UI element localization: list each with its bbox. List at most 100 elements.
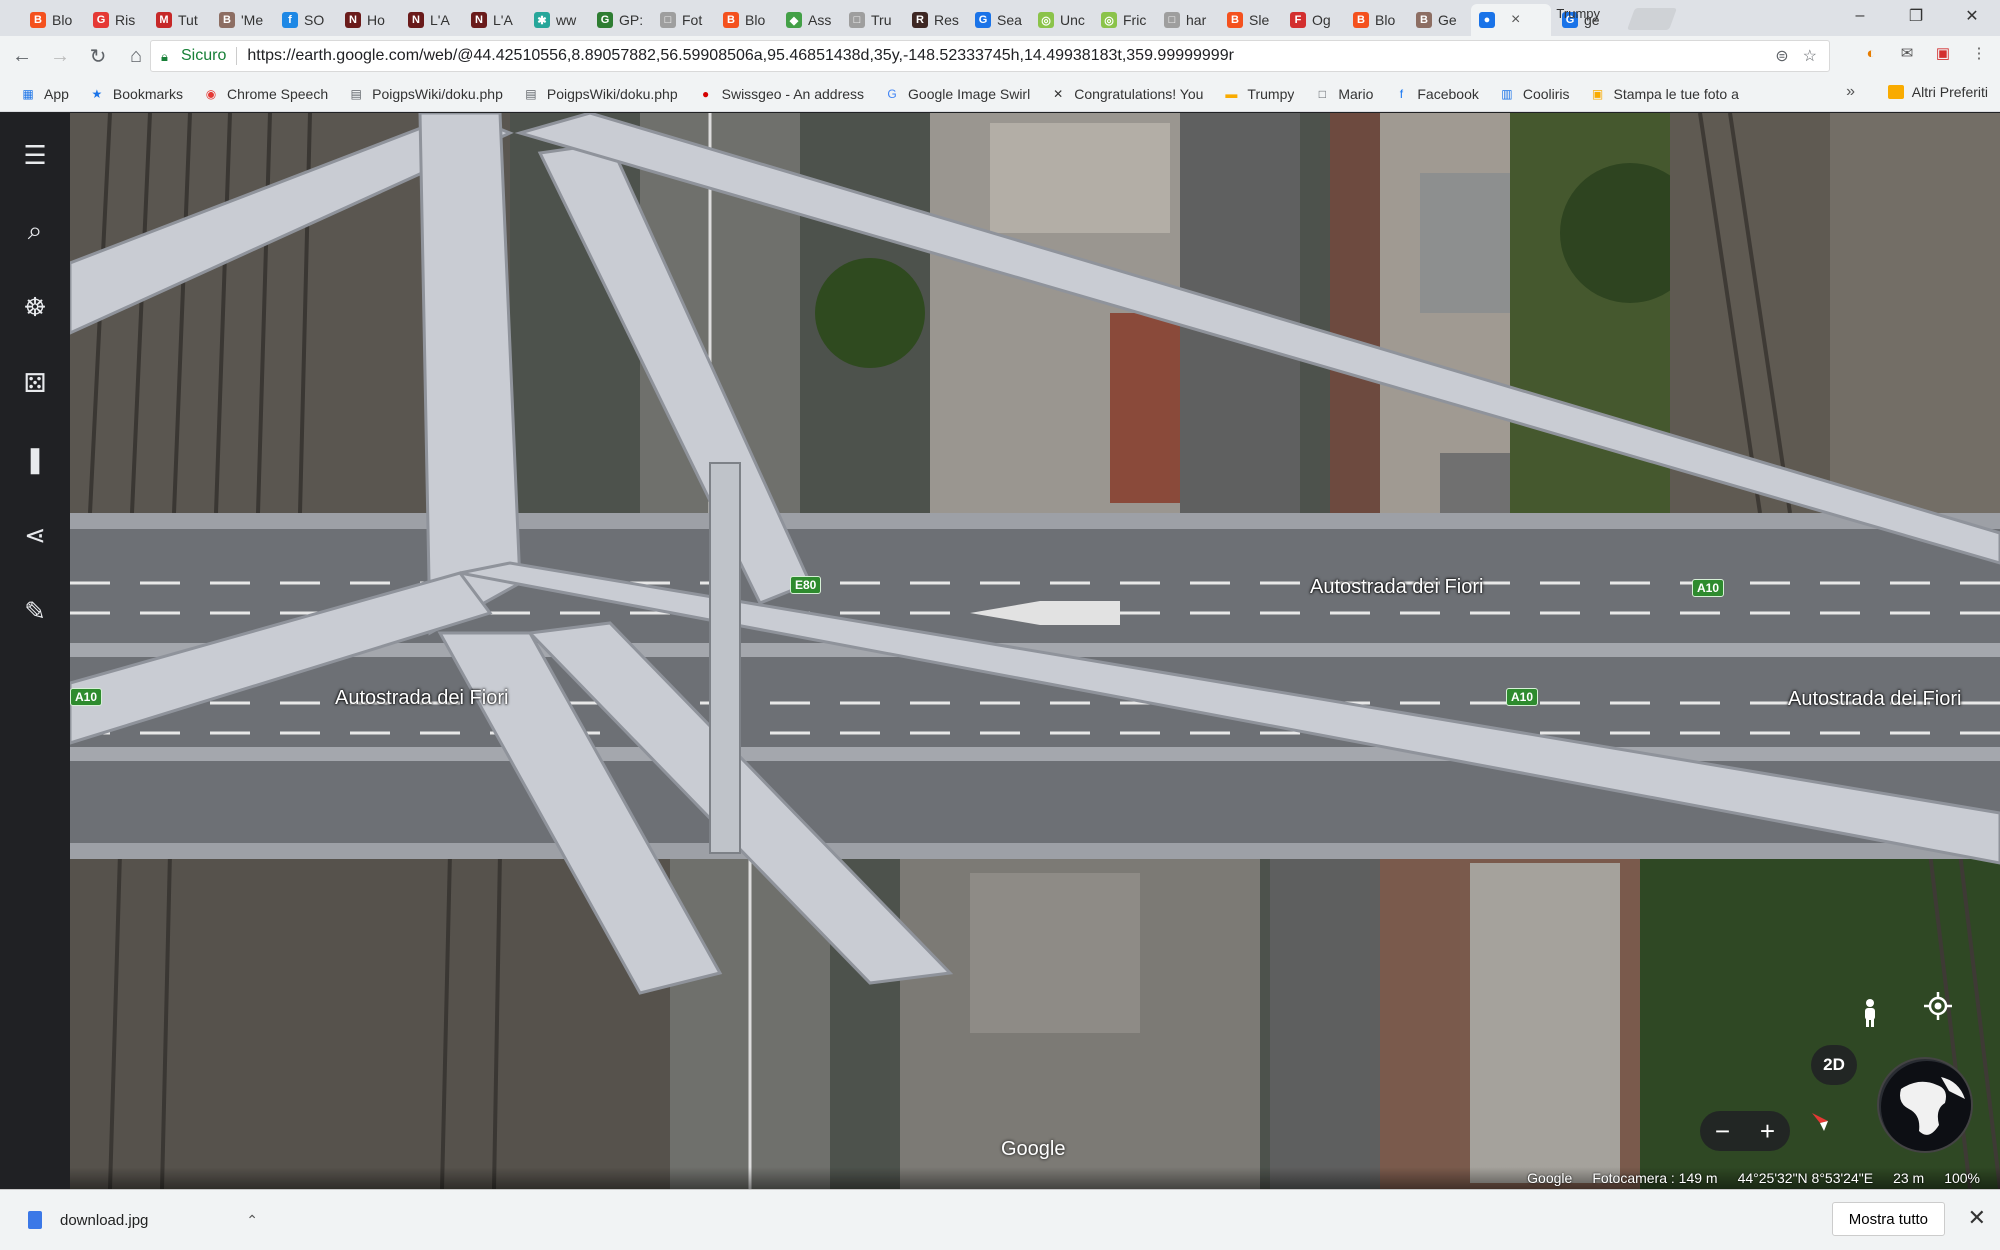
feeling-lucky-icon[interactable]: ⚄: [11, 359, 59, 407]
tab[interactable]: □ Fot: [652, 4, 712, 36]
bookmark-item[interactable]: f Facebook: [1393, 86, 1479, 102]
tab[interactable]: □ har: [1156, 4, 1216, 36]
tab-title: Og: [1312, 12, 1331, 28]
show-all-downloads-button[interactable]: Mostra tutto: [1831, 1202, 1945, 1236]
bookmark-item[interactable]: ▦ App: [20, 86, 69, 102]
url-text[interactable]: https://earth.google.com/web/@44.4251055…: [247, 47, 1775, 65]
aerial-imagery: [70, 113, 2000, 1189]
tab-favicon-icon: N: [471, 12, 487, 28]
reload-button[interactable]: ↻: [82, 40, 114, 72]
tab[interactable]: B Blo: [22, 4, 82, 36]
mail-extension-icon[interactable]: ✉: [1894, 40, 1920, 66]
minimize-button[interactable]: –: [1832, 0, 1888, 32]
compass-icon[interactable]: [1808, 1109, 1854, 1155]
download-filename: download.jpg: [60, 1211, 149, 1229]
bookmark-item[interactable]: ▣ Stampa le tue foto a: [1590, 86, 1739, 102]
tab[interactable]: B Blo: [715, 4, 775, 36]
bookmark-favicon-icon: ●: [702, 86, 710, 101]
zoom-out-button[interactable]: −: [1715, 1116, 1730, 1147]
lock-icon: 🔒︎: [161, 49, 168, 64]
profile-name[interactable]: Trumpy: [1556, 6, 1600, 21]
bookmark-item[interactable]: ✕ Congratulations! You: [1050, 86, 1203, 102]
bookmark-favicon-icon: ▤: [350, 86, 362, 101]
bookmark-item[interactable]: ★ Bookmarks: [89, 86, 183, 102]
measure-icon[interactable]: ✎: [11, 587, 59, 635]
tab-favicon-icon: B: [1353, 12, 1369, 28]
close-shelf-button[interactable]: ✕: [1968, 1205, 1986, 1231]
home-button[interactable]: ⌂: [120, 40, 152, 72]
tab[interactable]: G Ris: [85, 4, 145, 36]
forward-button[interactable]: →: [44, 40, 76, 72]
address-bar[interactable]: 🔒︎ Sicuro https://earth.google.com/web/@…: [150, 40, 1830, 72]
tab-favicon-icon: G: [93, 12, 109, 28]
tab[interactable]: G Sea: [967, 4, 1027, 36]
pocket-extension-icon[interactable]: ▣: [1930, 40, 1956, 66]
bookmark-item[interactable]: ▥ Cooliris: [1499, 85, 1570, 102]
my-location-icon[interactable]: [1924, 992, 1970, 1038]
tab-active[interactable]: ● ×: [1471, 4, 1551, 36]
bookmark-favicon-icon: ▣: [1591, 86, 1604, 101]
tab[interactable]: M Tut: [148, 4, 208, 36]
chevron-up-icon[interactable]: ⌃: [246, 1212, 258, 1229]
toggle-2d-button[interactable]: 2D: [1811, 1045, 1857, 1085]
bookmark-favicon-icon: ▦: [22, 86, 34, 101]
download-item[interactable]: download.jpg ⌃: [28, 1211, 258, 1229]
bookmark-item[interactable]: ◉ Chrome Speech: [203, 86, 328, 102]
bookmark-label: PoigpsWiki/doku.php: [546, 85, 678, 102]
road-label: Autostrada dei Fiori: [1310, 576, 1484, 598]
tab[interactable]: B Ge: [1408, 4, 1468, 36]
back-button[interactable]: ←: [6, 40, 38, 72]
close-tab-icon[interactable]: ×: [1511, 11, 1520, 29]
bookmarks-overflow-button[interactable]: »: [1846, 83, 1855, 101]
new-tab-button[interactable]: [1626, 8, 1678, 30]
bookmark-label: Cooliris: [1522, 85, 1570, 102]
globe-navigator-icon[interactable]: [1877, 1057, 1973, 1153]
tab[interactable]: N Ho: [337, 4, 397, 36]
tab[interactable]: □ Tru: [841, 4, 901, 36]
bookmark-label: Mario: [1338, 85, 1374, 102]
bookmark-item[interactable]: □ Mario: [1314, 85, 1374, 102]
tab[interactable]: B Blo: [1345, 4, 1405, 36]
camera-altitude: Fotocamera : 149 m: [1592, 1170, 1718, 1186]
bookmark-label: Stampa le tue foto a: [1613, 85, 1739, 102]
tab-title: SO: [304, 12, 325, 28]
tab-title: Fric: [1123, 12, 1147, 28]
share-icon[interactable]: ⋖: [11, 511, 59, 559]
pegman-icon[interactable]: [1860, 998, 1906, 1044]
voyager-icon[interactable]: ☸: [11, 283, 59, 331]
tab[interactable]: ◎ Unc: [1030, 4, 1090, 36]
earth-3d-view[interactable]: Autostrada dei Fiori Autostrada dei Fior…: [70, 113, 2000, 1189]
tab-strip: B Blo G Ris M Tut B 'Me f SO N Ho N L'A N L'A ✱ ww G GP: □ Fo…: [0, 0, 2000, 36]
tab[interactable]: B Sle: [1219, 4, 1279, 36]
bookmark-item[interactable]: ▤ PoigpsWiki/doku.php: [348, 86, 502, 102]
other-bookmarks-folder[interactable]: Altri Preferiti: [1887, 84, 1988, 100]
tab[interactable]: F Og: [1282, 4, 1342, 36]
search-icon[interactable]: ⌕: [11, 207, 59, 255]
bookmark-item[interactable]: ▤ PoigpsWiki/doku.php: [523, 85, 678, 102]
translate-icon[interactable]: ⊜: [1775, 46, 1788, 66]
road-label: Autostrada dei Fiori: [1788, 688, 1962, 710]
bookmark-item[interactable]: ▬ Trumpy: [1223, 86, 1294, 102]
tab[interactable]: N L'A: [400, 4, 460, 36]
bookmark-item[interactable]: ● Swissgeo - An address: [698, 86, 864, 102]
tab[interactable]: f SO: [274, 4, 334, 36]
bookmark-item[interactable]: G Google Image Swirl: [884, 86, 1030, 102]
close-window-button[interactable]: ✕: [1944, 0, 2000, 32]
tab[interactable]: ✱ ww: [526, 4, 586, 36]
menu-icon[interactable]: ☰: [11, 131, 59, 179]
zoom-in-button[interactable]: +: [1760, 1116, 1775, 1147]
tab[interactable]: G GP:: [589, 4, 649, 36]
tab[interactable]: B 'Me: [211, 4, 271, 36]
tab[interactable]: R Res: [904, 4, 964, 36]
restore-button[interactable]: ❐: [1888, 0, 1944, 32]
bookmark-star-icon[interactable]: ☆: [1803, 46, 1817, 66]
projects-icon[interactable]: ❚: [11, 435, 59, 483]
tab[interactable]: ◆ Ass: [778, 4, 838, 36]
bookmark-favicon-icon: ▥: [1501, 86, 1513, 101]
tab-title: L'A: [493, 12, 513, 28]
chrome-menu-icon[interactable]: ⋮: [1966, 40, 1992, 66]
tab-title: GP:: [619, 12, 644, 28]
tab[interactable]: N L'A: [463, 4, 523, 36]
tab[interactable]: ◎ Fric: [1093, 4, 1153, 36]
extension-icon[interactable]: ◐: [1858, 40, 1884, 66]
